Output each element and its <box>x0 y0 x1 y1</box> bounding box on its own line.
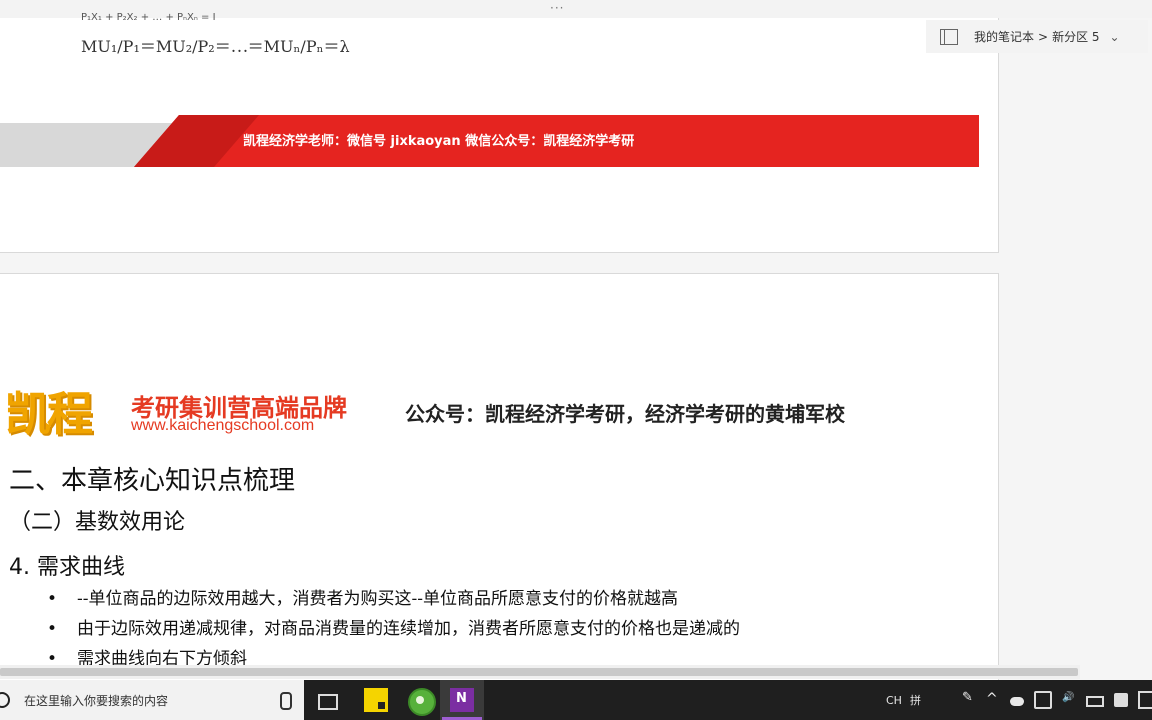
ime-mode[interactable]: 拼 <box>910 692 921 708</box>
onenote-letter: N <box>456 691 467 706</box>
horizontal-scrollbar[interactable] <box>0 665 1080 679</box>
volume-icon[interactable] <box>1062 692 1076 707</box>
notebook-canvas: P₁X₁ + P₂X₂ + … + PₙXₙ = I MU₁/P₁＝MU₂/P₂… <box>0 12 1152 695</box>
system-tray <box>962 680 1152 720</box>
ink-workspace-icon[interactable] <box>1114 693 1128 707</box>
section-heading: （二）基数效用论 <box>9 510 186 535</box>
taskbar-search[interactable]: 在这里输入你要搜索的内容 <box>0 680 304 720</box>
bullet-list: --单位商品的边际效用越大，消费者为购买这--单位商品所愿意支付的价格就越高 由… <box>47 584 740 674</box>
browser-icon[interactable] <box>408 688 436 716</box>
chevron-down-icon[interactable]: ⌄ <box>1110 30 1120 44</box>
notebook-name[interactable]: 我的笔记本 <box>974 28 1034 45</box>
network-icon[interactable] <box>1034 691 1052 709</box>
microphone-icon[interactable] <box>280 692 292 710</box>
search-input[interactable]: 在这里输入你要搜索的内容 <box>24 692 168 709</box>
cloud-icon[interactable] <box>1010 697 1024 706</box>
task-view-icon[interactable] <box>316 688 340 712</box>
formula-partial: P₁X₁ + P₂X₂ + … + PₙXₙ = I <box>81 12 216 20</box>
bullet-item: 由于边际效用递减规律，对商品消费量的连续增加，消费者所愿意支付的价格也是递减的 <box>47 614 740 644</box>
section-name[interactable]: 新分区 5 <box>1052 28 1099 45</box>
slide-page-2: 凯程 考研集训营高端品牌 www.kaichengschool.com 公众号：… <box>0 273 999 695</box>
subsection-heading: 4. 需求曲线 <box>9 555 125 580</box>
drag-dots: ··· <box>550 1 565 15</box>
public-account-line: 公众号：凯程经济学考研，经济学考研的黄埔军校 <box>405 402 845 426</box>
ime-language[interactable]: CH <box>886 694 902 707</box>
windows-taskbar: 在这里输入你要搜索的内容 N CH 拼 <box>0 680 1152 720</box>
chapter-heading: 二、本章核心知识点梳理 <box>9 466 296 496</box>
breadcrumb-separator: > <box>1038 29 1049 44</box>
brand-website: www.kaichengschool.com <box>131 417 315 434</box>
onenote-icon[interactable]: N <box>450 688 474 712</box>
search-icon <box>0 692 10 708</box>
action-center-icon[interactable] <box>1138 691 1152 709</box>
notebook-icon <box>940 28 958 45</box>
show-hidden-icons[interactable] <box>986 691 1000 707</box>
sticky-notes-icon[interactable] <box>364 688 388 712</box>
banner-text: 凯程经济学老师：微信号 jixkaoyan 微信公众号：凯程经济学考研 <box>243 134 635 149</box>
kaicheng-logo: 凯程 <box>5 387 93 441</box>
bullet-item: --单位商品的边际效用越大，消费者为购买这--单位商品所愿意支付的价格就越高 <box>47 584 740 614</box>
pen-icon[interactable] <box>962 690 976 707</box>
scrollbar-thumb[interactable] <box>0 668 1078 676</box>
equimarginal-formula: MU₁/P₁＝MU₂/P₂＝⋯＝MUₙ/Pₙ＝λ <box>81 37 350 56</box>
slide-page-1: P₁X₁ + P₂X₂ + … + PₙXₙ = I MU₁/P₁＝MU₂/P₂… <box>0 12 999 253</box>
ime-indicator[interactable]: CH 拼 <box>886 680 929 720</box>
battery-icon[interactable] <box>1086 696 1104 707</box>
notebook-breadcrumb[interactable]: 我的笔记本 > 新分区 5 ⌄ <box>926 20 1148 53</box>
